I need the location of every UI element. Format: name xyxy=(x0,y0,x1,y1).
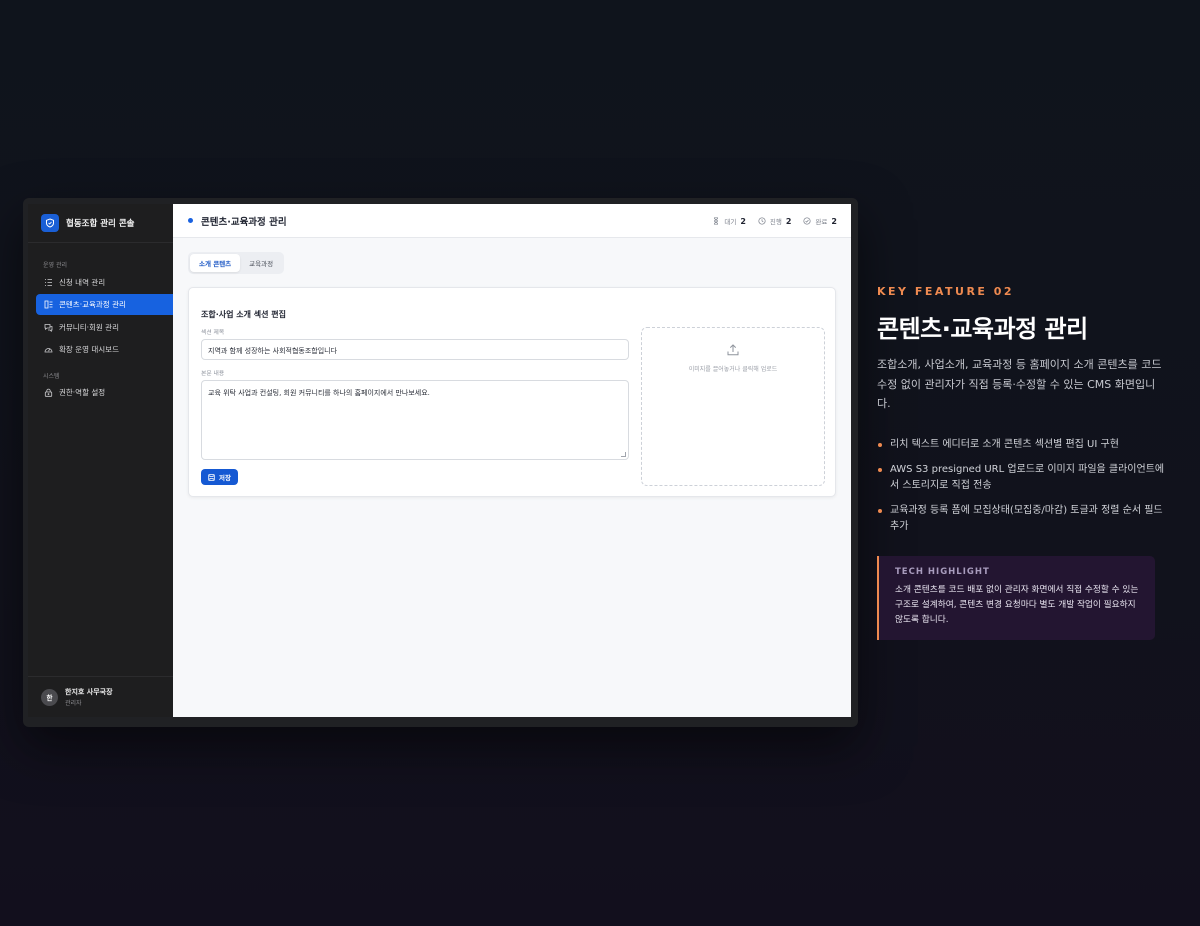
sidebar-item-label: 신청 내역 관리 xyxy=(59,277,106,287)
lock-icon xyxy=(43,388,53,398)
shield-icon xyxy=(41,214,59,232)
page-title: 콘텐츠·교육과정 관리 xyxy=(201,216,287,228)
sidebar-item-label: 콘텐츠·교육과정 관리 xyxy=(59,300,126,309)
document-icon xyxy=(43,300,53,310)
avatar: 한 xyxy=(41,688,58,706)
tech-highlight-panel: TECH HIGHLIGHT 소개 콘텐츠를 코드 배포 없이 관리자 화면에서… xyxy=(877,556,1155,640)
nav-section-ops: 운영 관리 xyxy=(43,262,67,269)
body-textarea[interactable]: 교육 위탁 사업과 컨설팅, 회원 커뮤니티를 하나의 홈페이지에서 만나보세요… xyxy=(201,380,629,460)
nav-section-system: 시스템 xyxy=(43,372,60,380)
gauge-icon xyxy=(43,345,53,355)
feature-bullet: 리치 텍스트 에디터로 소개 콘텐츠 섹션별 편집 UI 구현 xyxy=(877,437,1167,454)
brand: 협동조합 관리 콘솔 xyxy=(28,204,195,243)
feature-bullet: 교육과정 등록 폼에 모집상태(모집중/마감) 토글과 정렬 순서 필드 추가 xyxy=(877,503,1167,536)
section-editor-card: 조합·사업 소개 섹션 편집 섹션 제목 지역과 함께 성장하는 사회적협동조합… xyxy=(188,287,836,497)
sidebar-item-dashboard[interactable]: 확장 운영 대시보드 xyxy=(36,339,189,360)
tab-courses[interactable]: 교육과정 xyxy=(240,254,282,272)
save-icon xyxy=(208,473,215,481)
brand-name: 협동조합 관리 콘솔 xyxy=(66,219,135,229)
upload-icon xyxy=(726,342,740,356)
body-label: 본문 내용 xyxy=(201,371,225,377)
tech-highlight-title: TECH HIGHLIGHT xyxy=(895,567,990,577)
feature-description: 조합소개, 사업소개, 교육과정 등 홈페이지 소개 콘텐츠를 코드 수정 없이… xyxy=(877,358,1162,410)
sidebar: 협동조합 관리 콘솔 운영 관리 신청 내역 관리 콘텐츠·교육과정 관리 커뮤… xyxy=(28,204,196,717)
stat-label: 대기 xyxy=(724,218,737,226)
sidebar-item-label: 커뮤니티·회원 관리 xyxy=(59,322,119,332)
card-title: 조합·사업 소개 섹션 편집 xyxy=(201,310,286,319)
content-tabs: 소개 콘텐츠 교육과정 xyxy=(188,252,285,274)
stat-value: 2 xyxy=(785,216,792,226)
stat-label: 완료 xyxy=(815,218,828,226)
chat-icon xyxy=(43,322,53,332)
feature-title: 콘텐츠·교육과정 관리 xyxy=(877,315,1088,343)
user-role: 관리자 xyxy=(65,700,82,707)
title-dot xyxy=(188,218,193,223)
hourglass-icon xyxy=(712,217,720,225)
section-title-label: 섹션 제목 xyxy=(201,330,225,336)
tab-intro-content[interactable]: 소개 콘텐츠 xyxy=(190,254,241,272)
resize-handle[interactable] xyxy=(621,452,626,457)
stat-value: 2 xyxy=(740,216,746,226)
sidebar-item-label: 확장 운영 대시보드 xyxy=(59,345,119,354)
sidebar-item-contents[interactable]: 콘텐츠·교육과정 관리 xyxy=(36,294,189,315)
status-stats: 대기 2 진행 2 완료 2 xyxy=(700,204,837,238)
sidebar-item-permissions[interactable]: 권한·역할 설정 xyxy=(36,382,189,403)
stat-done: 완료 2 xyxy=(803,216,837,226)
user-name: 한지호 사무국장 xyxy=(65,688,113,696)
sidebar-item-community[interactable]: 커뮤니티·회원 관리 xyxy=(36,317,189,338)
sidebar-item-label: 권한·역할 설정 xyxy=(59,388,106,397)
stat-progress: 진행 2 xyxy=(758,216,792,226)
feature-bullets: 리치 텍스트 에디터로 소개 콘텐츠 섹션별 편집 UI 구현 AWS S3 p… xyxy=(877,437,1167,544)
image-upload-dropzone[interactable]: 이미지를 끌어놓거나 클릭해 업로드 xyxy=(641,327,825,486)
topbar: 콘텐츠·교육과정 관리 대기 2 진행 2 완료 2 xyxy=(173,204,851,238)
list-icon xyxy=(43,277,53,287)
stat-value: 2 xyxy=(831,216,837,226)
save-label: 저장 xyxy=(219,474,231,482)
feature-bullet: AWS S3 presigned URL 업로드로 이미지 파일을 클라이언트에… xyxy=(877,462,1167,495)
clock-icon xyxy=(758,217,766,225)
stat-waiting: 대기 2 xyxy=(712,216,746,226)
check-circle-icon xyxy=(803,217,812,225)
main-content: 콘텐츠·교육과정 관리 대기 2 진행 2 완료 2 소개 콘텐츠 교육과정 조… xyxy=(173,204,851,717)
section-title-input[interactable]: 지역과 함께 성장하는 사회적협동조합입니다 xyxy=(201,339,629,360)
stat-label: 진행 xyxy=(769,218,782,226)
user-profile[interactable]: 한 한지호 사무국장 관리자 xyxy=(28,676,196,717)
save-button[interactable]: 저장 xyxy=(201,469,238,485)
body-text: 교육 위탁 사업과 컨설팅, 회원 커뮤니티를 하나의 홈페이지에서 만나보세요… xyxy=(208,389,430,397)
feature-kicker: KEY FEATURE 02 xyxy=(877,285,1015,298)
tech-highlight-body: 소개 콘텐츠를 코드 배포 없이 관리자 화면에서 직접 수정할 수 있는 구조… xyxy=(895,585,1139,625)
app-window: 협동조합 관리 콘솔 운영 관리 신청 내역 관리 콘텐츠·교육과정 관리 커뮤… xyxy=(23,198,858,727)
upload-hint: 이미지를 끌어놓거나 클릭해 업로드 xyxy=(688,366,778,373)
sidebar-item-applications[interactable]: 신청 내역 관리 xyxy=(36,272,189,293)
